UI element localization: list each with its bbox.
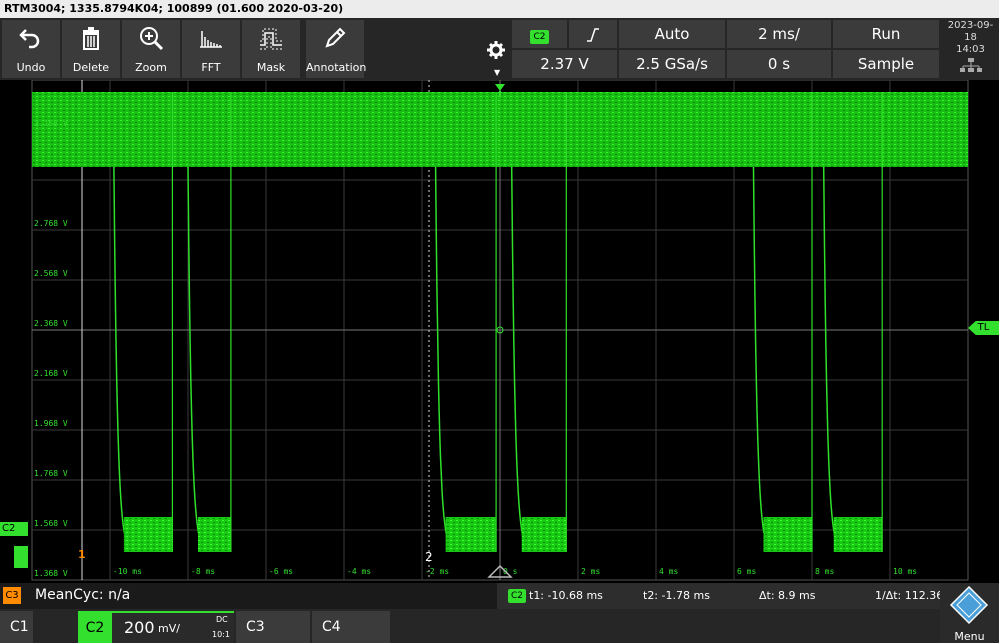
y-axis-label: 1.968 V xyxy=(34,419,68,428)
rohde-schwarz-logo-icon xyxy=(949,585,989,625)
rising-edge-icon xyxy=(587,27,599,42)
mask-label: Mask xyxy=(256,61,286,74)
y-axis-label: 3.168 V xyxy=(34,119,68,128)
channel-c1-button[interactable]: C1 xyxy=(0,611,33,643)
x-axis-label: -10 ms xyxy=(113,567,142,576)
waveform-display[interactable] xyxy=(0,80,999,583)
toolbar: Undo Delete Zoom FFT Mask Annotation ▼ C… xyxy=(0,18,999,80)
undo-icon xyxy=(19,29,40,49)
annotation-button[interactable]: Annotation xyxy=(306,20,367,78)
y-axis-label: 2.768 V xyxy=(34,219,68,228)
trigger-position-marker[interactable] xyxy=(487,564,513,578)
fft-label: FFT xyxy=(201,61,221,74)
zoom-label: Zoom xyxy=(135,61,167,74)
measurement-bar: C3 MeanCyc: n/a C2 t1: -10.68 ms t2: -1.… xyxy=(0,583,999,609)
undo-button[interactable]: Undo xyxy=(2,20,60,78)
delta-t-readout: Δt: 8.9 ms xyxy=(759,589,816,602)
y-axis-label: 1.768 V xyxy=(34,469,68,478)
x-axis-label: -4 ms xyxy=(347,567,372,576)
measurement-channel-tag[interactable]: C3 xyxy=(3,587,21,604)
network-icon xyxy=(959,58,982,72)
y-axis-label: 2.168 V xyxy=(34,369,68,378)
trigger-slope-cell[interactable] xyxy=(569,20,617,48)
sample-rate-cell[interactable]: 2.5 GSa/s xyxy=(619,50,725,78)
trigger-mode-cell[interactable]: Auto xyxy=(619,20,725,48)
window-title: RTM3004; 1335.8794K04; 100899 (01.600 20… xyxy=(0,0,999,18)
x-axis-label: -2 ms xyxy=(425,567,450,576)
y-axis-label: 1.568 V xyxy=(34,519,68,528)
channel-c3-button[interactable]: C3 xyxy=(236,611,310,643)
run-state-cell[interactable]: Run xyxy=(833,20,939,48)
menu-label: Menu xyxy=(954,630,985,643)
trigger-source-tag: C2 xyxy=(530,30,549,44)
acquisition-mode-cell[interactable]: Sample xyxy=(833,50,939,78)
trash-icon xyxy=(83,27,99,50)
channel-ground-marker[interactable] xyxy=(14,546,28,568)
zoom-icon xyxy=(140,27,164,51)
horizontal-position-cell[interactable]: 0 s xyxy=(727,50,831,78)
mask-button[interactable]: Mask xyxy=(242,20,300,78)
x-axis-label: 6 ms xyxy=(737,567,757,576)
x-axis-label: 10 ms xyxy=(893,567,918,576)
gear-icon xyxy=(487,41,505,59)
channel-c2-coupling: DC xyxy=(216,615,228,624)
settings-gear-button[interactable] xyxy=(486,40,506,64)
trigger-arrow-icon[interactable] xyxy=(493,82,507,98)
fft-button[interactable]: FFT xyxy=(182,20,240,78)
zoom-button[interactable]: Zoom xyxy=(122,20,180,78)
datetime: 2023-09-18 14:03 xyxy=(942,20,999,72)
t2-readout: t2: -1.78 ms xyxy=(643,589,710,602)
trigger-source-cell[interactable]: C2 xyxy=(512,20,567,48)
y-axis-label: 1.368 V xyxy=(34,569,68,578)
time-text: 14:03 xyxy=(956,44,985,55)
menu-button[interactable]: Menu xyxy=(940,583,999,643)
x-axis-label: 8 ms xyxy=(815,567,835,576)
y-axis-label: 2.368 V xyxy=(34,319,68,328)
delete-label: Delete xyxy=(72,61,110,74)
expand-arrow-icon[interactable]: ▼ xyxy=(494,68,500,77)
x-axis-label: 2 ms xyxy=(581,567,601,576)
x-axis-label: 4 ms xyxy=(659,567,679,576)
channel-c2-probe: 10:1 xyxy=(212,630,230,639)
fft-icon xyxy=(200,31,222,48)
cursor-1-marker[interactable]: 1 xyxy=(78,548,86,561)
cursor-readout-panel[interactable]: C2 t1: -10.68 ms t2: -1.78 ms Δt: 8.9 ms… xyxy=(497,583,999,609)
channel-c2-tag: C2 xyxy=(78,613,112,643)
channel-c4-button[interactable]: C4 xyxy=(312,611,390,643)
x-axis-label: -8 ms xyxy=(191,567,216,576)
t1-readout: t1: -10.68 ms xyxy=(529,589,603,602)
meancyc-readout[interactable]: MeanCyc: n/a xyxy=(35,587,130,603)
channel-c2-panel[interactable]: C2 200 mV/ DC 10:1 xyxy=(78,611,234,643)
pencil-icon xyxy=(325,27,346,48)
channel-c2-scale: 200 xyxy=(124,618,155,637)
channel-c2-unit: mV/ xyxy=(158,622,180,635)
date-text: 2023-09-18 xyxy=(947,20,994,43)
cursor-2-marker[interactable]: 2 xyxy=(425,550,433,564)
annotation-label: Annotation xyxy=(306,61,367,74)
trigger-level-cell[interactable]: 2.37 V xyxy=(512,50,617,78)
delete-button[interactable]: Delete xyxy=(62,20,120,78)
undo-label: Undo xyxy=(16,61,46,74)
y-axis-label: 2.568 V xyxy=(34,269,68,278)
mask-icon xyxy=(260,28,282,50)
cursor-channel-tag: C2 xyxy=(508,589,527,603)
timebase-cell[interactable]: 2 ms/ xyxy=(727,20,831,48)
channel-offset-marker[interactable]: C2 xyxy=(0,522,28,536)
x-axis-label: -6 ms xyxy=(269,567,294,576)
